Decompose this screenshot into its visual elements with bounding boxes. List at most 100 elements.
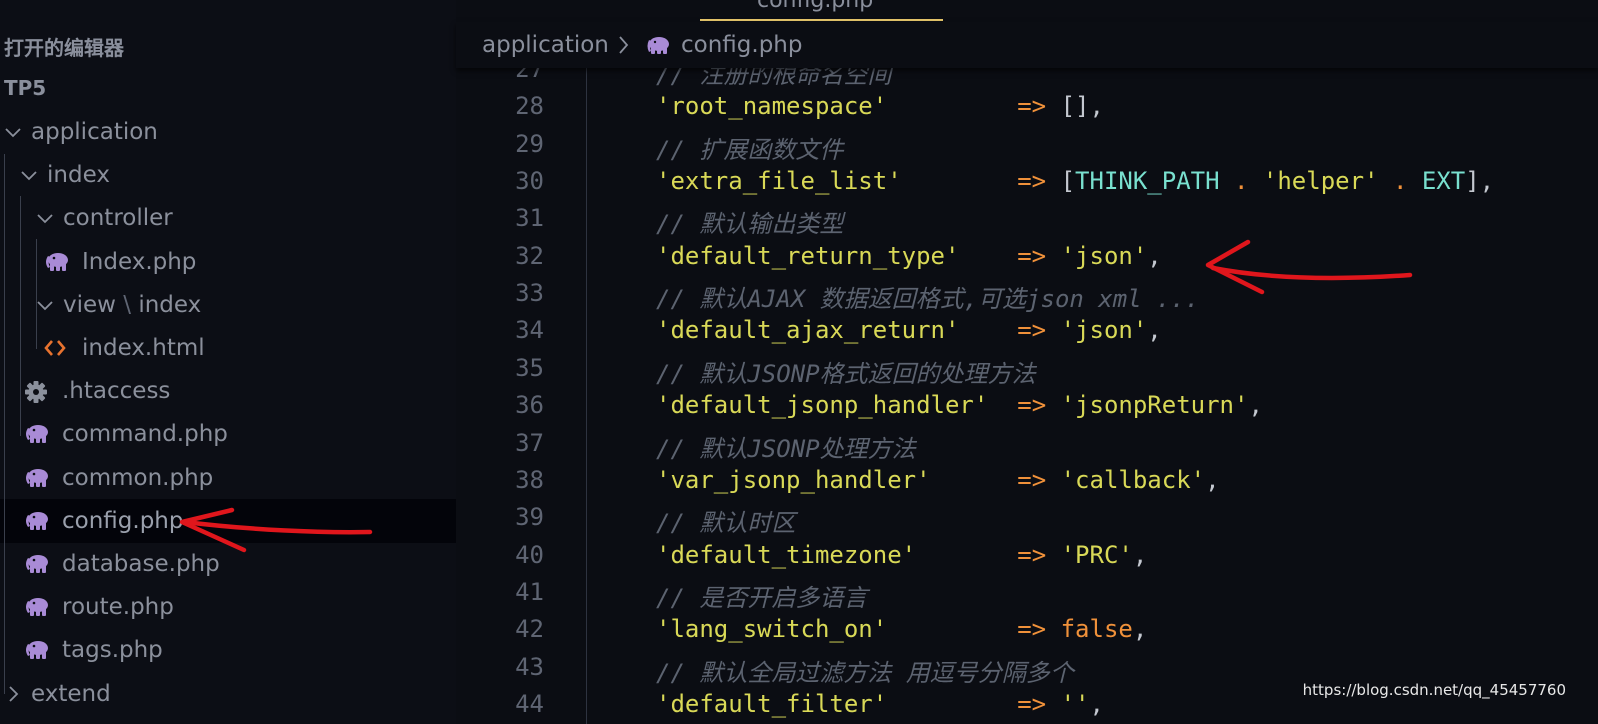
code-line[interactable]: 42 'lang_switch_on' => false, — [456, 615, 1598, 653]
tree-item-index-php[interactable]: Index.php — [0, 240, 456, 284]
code-line[interactable]: 33 // 默认AJAX 数据返回格式,可选json xml ... — [456, 279, 1598, 317]
code-text: 'default_ajax_return' => 'json', — [656, 316, 1162, 344]
code-text: // 默认JSONP处理方法 — [656, 429, 916, 464]
code-token: '' — [1060, 689, 1090, 718]
tree-item-view[interactable]: view \ index — [0, 283, 456, 327]
code-text: // 默认全局过滤方法 用逗号分隔多个 — [656, 653, 1074, 688]
php-icon — [24, 456, 50, 488]
tree-item-route-php[interactable]: route.php — [0, 585, 456, 629]
code-token: , — [1132, 540, 1148, 569]
code-token: 'default_return_type' — [656, 241, 960, 270]
code-line[interactable]: 37 // 默认JSONP处理方法 — [456, 429, 1598, 467]
code-token: [ — [1046, 167, 1076, 196]
project-header[interactable]: TP5 — [4, 76, 46, 100]
editor-window: 打开的编辑器 TP5 application index controller Ind… — [0, 0, 1598, 724]
code-token: 'default_timezone' — [656, 540, 917, 569]
code-text: // 默认JSONP格式返回的处理方法 — [656, 354, 1036, 389]
code-token: => — [1017, 465, 1047, 494]
tree-item-label: controller — [63, 205, 173, 232]
code-line[interactable]: 29 // 扩展函数文件 — [456, 130, 1598, 168]
code-line[interactable]: 34 'default_ajax_return' => 'json', — [456, 316, 1598, 354]
code-text: // 默认输出类型 — [656, 204, 843, 239]
code-token: => — [1017, 391, 1047, 420]
tree-item-label: index — [47, 162, 110, 189]
line-number: 39 — [515, 503, 544, 532]
tree-item-config-php[interactable]: config.php — [0, 498, 456, 543]
code-line[interactable]: 30 'extra_file_list' => [THINK_PATH . 'he… — [456, 167, 1598, 205]
php-icon — [44, 240, 70, 272]
chevron-down-icon — [36, 196, 54, 227]
line-number: 30 — [515, 167, 544, 196]
code-token: 'default_ajax_return' — [656, 316, 960, 345]
breadcrumb-separator — [618, 22, 630, 68]
tree-item-htaccess[interactable]: .htaccess — [0, 369, 456, 413]
code-token: // 默认AJAX 数据返回格式,可选json xml ... — [656, 285, 1200, 314]
code-line[interactable]: 40 'default_timezone' => 'PRC', — [456, 541, 1598, 579]
code-editor[interactable]: 27// 注册的根命名空间 28'root_namespace' => [], 29… — [456, 55, 1598, 724]
code-text: // 是否开启多语言 — [656, 578, 867, 613]
code-line[interactable]: 38 'var_jsonp_handler' => 'callback', — [456, 466, 1598, 504]
active-tab-label[interactable]: config.php — [757, 0, 873, 13]
tree-item-database-php[interactable]: database.php — [0, 542, 456, 586]
code-token: => — [1017, 316, 1047, 345]
tree-item-label: .htaccess — [62, 378, 171, 405]
breadcrumb-folder[interactable]: application — [482, 22, 609, 68]
line-number: 38 — [515, 465, 544, 494]
code-line[interactable]: 35 // 默认JSONP格式返回的处理方法 — [456, 354, 1598, 392]
code-text: // 默认时区 — [656, 503, 795, 538]
code-line[interactable]: 32 'default_return_type' => 'json', — [456, 242, 1598, 280]
code-token: . — [1392, 167, 1408, 196]
tree-item-index-html[interactable]: index.html — [0, 326, 456, 370]
code-token: 'lang_switch_on' — [656, 615, 888, 644]
code-text: 'lang_switch_on' => false, — [656, 615, 1147, 643]
code-line[interactable]: 31 // 默认输出类型 — [456, 204, 1598, 242]
breadcrumb-file[interactable]: config.php — [681, 22, 802, 68]
php-icon — [646, 22, 672, 68]
tree-item-label: database.php — [62, 551, 220, 577]
tree-item-tags-php[interactable]: tags.php — [0, 628, 456, 672]
code-token: 'helper' — [1262, 167, 1379, 196]
tree-indent-guide — [4, 154, 5, 694]
tree-item-extend[interactable]: extend — [0, 672, 456, 716]
line-number: 42 — [515, 615, 544, 644]
tree-item-index[interactable]: index — [0, 153, 456, 197]
tree-item-controller[interactable]: controller — [0, 196, 456, 240]
code-text: // 默认AJAX 数据返回格式,可选json xml ... — [656, 279, 1199, 314]
active-tab-indicator — [700, 19, 943, 21]
tree-item-command-php[interactable]: command.php — [0, 412, 456, 456]
tree-item-label: index.html — [82, 335, 205, 361]
line-number: 33 — [515, 279, 544, 308]
code-line[interactable]: 36 'default_jsonp_handler' => 'jsonpRetur… — [456, 391, 1598, 429]
code-line[interactable]: 28 'root_namespace' => [], — [456, 92, 1598, 130]
tree-item-common-php[interactable]: common.php — [0, 456, 456, 500]
code-token: . — [1234, 167, 1249, 196]
code-token: , — [1147, 241, 1162, 270]
code-token: => — [1017, 540, 1047, 569]
line-number: 44 — [515, 689, 544, 718]
code-line[interactable]: 41 // 是否开启多语言 — [456, 578, 1598, 616]
tree-indent-guide — [36, 239, 37, 349]
code-token: , — [1132, 615, 1148, 644]
line-number: 37 — [515, 428, 544, 457]
open-editors-header[interactable]: 打开的编辑器 — [4, 32, 124, 61]
tree-item-label: config.php — [62, 507, 184, 534]
code-line[interactable]: 39 // 默认时区 — [456, 503, 1598, 541]
code-token: // 默认JSONP格式返回的处理方法 — [656, 359, 1036, 388]
html-icon — [44, 326, 66, 358]
code-token: 'root_namespace' — [656, 92, 888, 121]
tree-item-label: Index.php — [82, 248, 197, 275]
line-number: 43 — [515, 652, 544, 681]
code-token: false — [1060, 615, 1133, 644]
tree-item-application[interactable]: application — [0, 110, 456, 154]
tree-item-label: route.php — [62, 594, 174, 621]
chevron-right-icon — [619, 36, 629, 54]
chevron-down-icon — [20, 153, 38, 184]
